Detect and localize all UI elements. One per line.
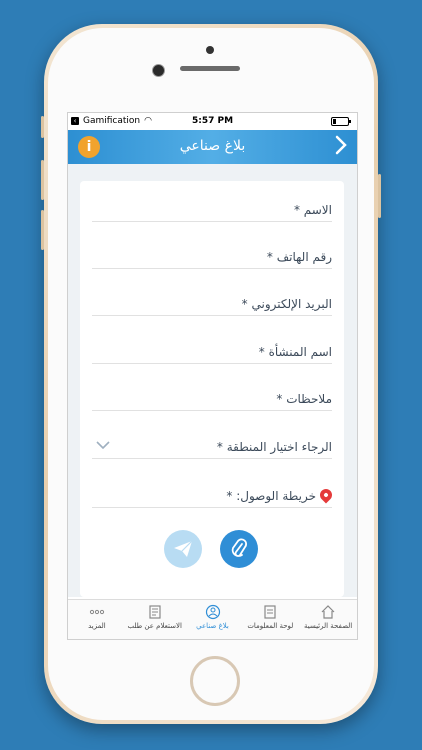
region-select[interactable]: الرجاء اختيار المنطقة * [92, 430, 332, 459]
proximity-sensor [206, 46, 214, 54]
status-time: 5:57 PM [191, 116, 234, 126]
report-icon [205, 604, 220, 620]
battery-fill [333, 119, 336, 124]
power-button [378, 174, 381, 218]
page-title: بلاغ صناعي [179, 138, 246, 154]
earpiece-speaker [180, 66, 240, 71]
paperclip-icon [231, 538, 247, 557]
region-label: الرجاء اختيار المنطقة * [216, 440, 332, 454]
tab-report-label: بلاغ صناعي [196, 622, 229, 630]
facility-label: اسم المنشأة * [258, 345, 332, 359]
email-field[interactable]: البريد الإلكتروني * [92, 287, 332, 316]
chevron-down-icon [96, 438, 110, 452]
tab-more-label: المزيد [88, 622, 106, 630]
facility-name-field[interactable]: اسم المنشأة * [92, 335, 332, 364]
location-pin-icon [317, 486, 335, 504]
send-button[interactable] [164, 530, 202, 568]
tab-dashboard[interactable]: لوحة المعلومات [241, 600, 299, 639]
chevron-right-icon[interactable] [335, 135, 347, 159]
notes-label: ملاحظات * [276, 392, 332, 406]
tab-inquiry[interactable]: الاستعلام عن طلب [126, 600, 184, 639]
status-bar: ‹ Gamification ◠ 5:57 PM [68, 113, 357, 130]
phone-label: رقم الهاتف * [266, 250, 332, 264]
battery-icon [331, 117, 351, 126]
volume-down-button [41, 210, 44, 250]
inquiry-icon [149, 605, 161, 619]
home-icon [321, 605, 335, 619]
app-screen: ‹ Gamification ◠ 5:57 PM i بلاغ صناعي ال… [67, 112, 358, 640]
map-label: خريطة الوصول: * [226, 489, 316, 503]
tab-report[interactable]: بلاغ صناعي [184, 600, 242, 639]
tab-inquiry-label: الاستعلام عن طلب [127, 622, 182, 630]
header-bar: i بلاغ صناعي [68, 130, 357, 164]
email-label: البريد الإلكتروني * [241, 297, 332, 311]
front-camera [152, 64, 165, 77]
tab-bar: الصفحة الرئيسية لوحة المعلومات بلاغ صناع… [68, 599, 357, 639]
tab-more[interactable]: المزيد [68, 600, 126, 639]
tab-home[interactable]: الصفحة الرئيسية [299, 600, 357, 639]
mute-switch [41, 116, 44, 138]
name-label: الاسم * [293, 203, 332, 217]
volume-up-button [41, 160, 44, 200]
notes-field[interactable]: ملاحظات * [92, 382, 332, 411]
more-icon [89, 609, 105, 615]
name-field[interactable]: الاسم * [92, 193, 332, 222]
dashboard-icon [264, 605, 276, 619]
attach-button[interactable] [220, 530, 258, 568]
tab-dashboard-label: لوحة المعلومات [247, 622, 294, 630]
map-field[interactable]: خريطة الوصول: * [92, 479, 335, 508]
phone-field[interactable]: رقم الهاتف * [92, 240, 332, 269]
home-button[interactable] [190, 656, 240, 706]
tab-home-label: الصفحة الرئيسية [303, 622, 353, 630]
send-icon [174, 540, 193, 557]
